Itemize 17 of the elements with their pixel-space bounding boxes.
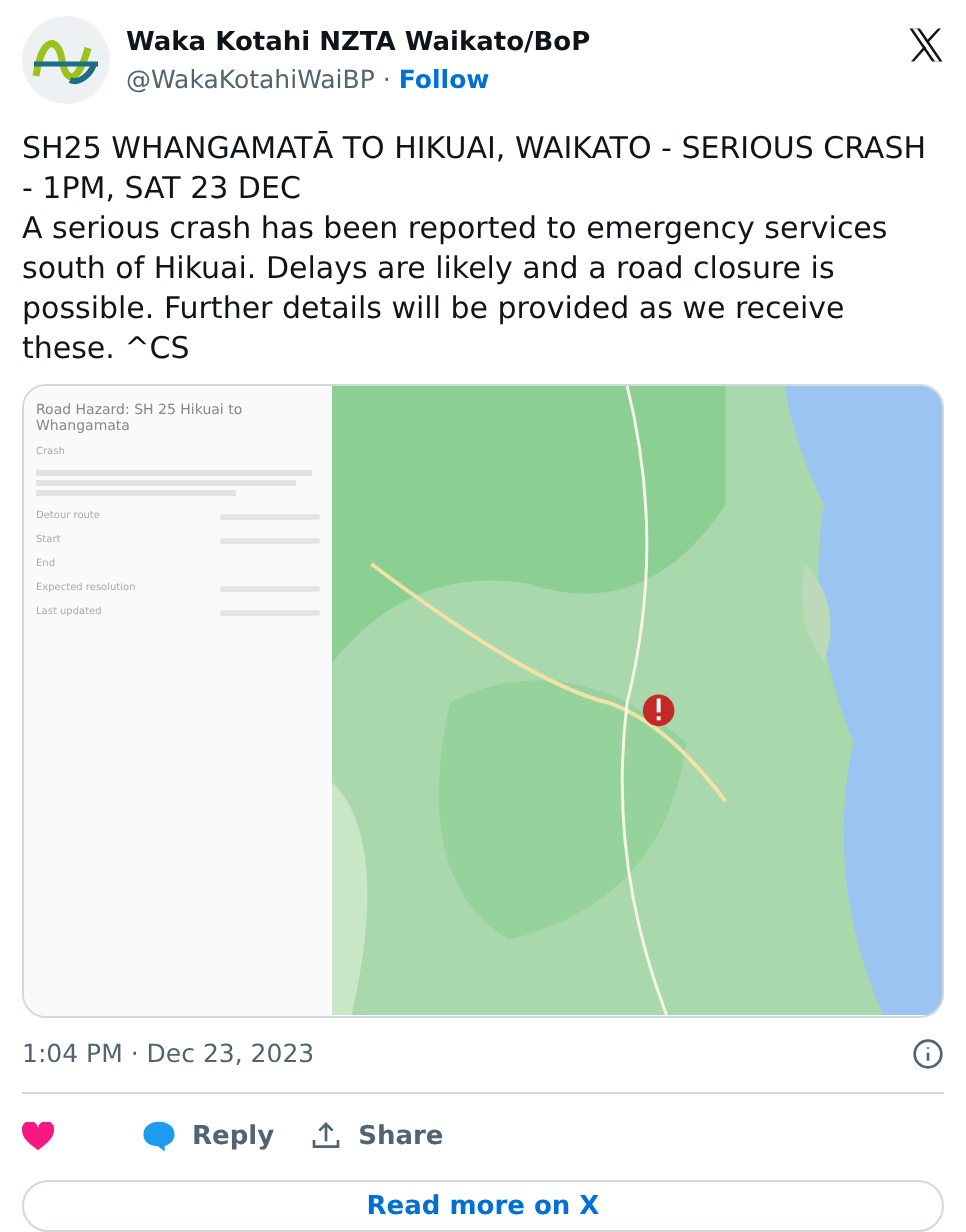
share-button[interactable]: Share: [310, 1120, 444, 1153]
read-more-button[interactable]: Read more on X: [22, 1180, 944, 1232]
like-button[interactable]: [22, 1121, 54, 1152]
author-name: Waka Kotahi NZTA Waikato/BoP: [126, 27, 593, 57]
speech-bubble-icon: [142, 1120, 176, 1153]
heart-icon: [22, 1121, 54, 1152]
share-icon: [310, 1120, 343, 1153]
tweet-headline: SH25 WHANGAMATĀ TO HIKUAI, WAIKATO - SERIOUS CRASH - 1PM, SAT 23 DEC: [22, 128, 928, 208]
follow-link[interactable]: Follow: [398, 63, 490, 93]
avatar-logo-icon: [22, 16, 110, 104]
x-logo-icon[interactable]: [908, 28, 944, 62]
author-handle: @WakaKotahiWaiBP: [126, 63, 375, 93]
reply-button[interactable]: Reply: [142, 1120, 275, 1153]
timestamp[interactable]: 1:04 PM · Dec 23, 2023: [22, 1038, 315, 1069]
tweet-text: A serious crash has been reported to emergency services south of Hikuai. Delays are likely and a road closure is possible. Further details will be provided as we receive these. ^CS: [22, 208, 890, 368]
separator-dot: ·: [382, 63, 391, 93]
info-icon[interactable]: [912, 1037, 944, 1070]
